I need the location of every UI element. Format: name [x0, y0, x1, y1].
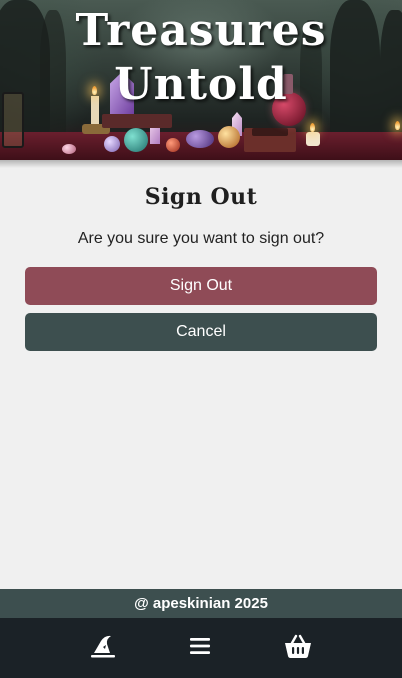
- banner-title: Treasures Untold: [0, 4, 402, 112]
- hamburger-menu-icon: [188, 634, 212, 663]
- nav-account-button[interactable]: [85, 630, 121, 666]
- shopping-basket-icon: [283, 632, 313, 665]
- witch-hat-icon: [89, 632, 117, 665]
- footer-credit-bar: @ apeskinian 2025: [0, 589, 402, 618]
- header-banner: Treasures Untold: [0, 0, 402, 160]
- sign-out-prompt: Are you sure you want to sign out?: [77, 230, 325, 247]
- cancel-button[interactable]: Cancel: [25, 313, 377, 351]
- page-title: Sign Out: [144, 184, 258, 210]
- bottom-nav: [0, 618, 402, 678]
- banner-shadow: [0, 160, 402, 168]
- nav-menu-button[interactable]: [182, 630, 218, 666]
- banner-title-line1: Treasures: [75, 5, 327, 56]
- footer-credit: @ apeskinian 2025: [134, 595, 268, 612]
- sign-out-button[interactable]: Sign Out: [25, 267, 377, 305]
- nav-basket-button[interactable]: [280, 630, 316, 666]
- banner-title-line2: Untold: [114, 59, 288, 110]
